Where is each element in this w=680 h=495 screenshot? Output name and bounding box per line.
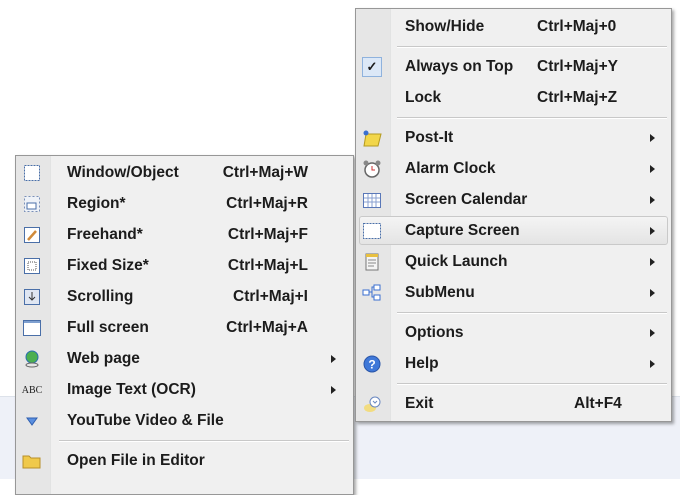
submenu-arrow-icon — [650, 195, 655, 204]
menu-item-screen-calendar[interactable]: Screen Calendar — [356, 184, 671, 215]
submenu-arrow-icon — [650, 288, 655, 297]
submenu-arrow-icon — [650, 164, 655, 173]
submenu-arrow-icon — [650, 328, 655, 337]
alarm-clock-icon — [361, 158, 383, 180]
menu-separator — [356, 379, 671, 388]
capture-screen-submenu: Window/Object Ctrl+Maj+W Region* Ctrl+Ma… — [15, 155, 354, 495]
submenu-icon — [361, 282, 383, 304]
submenu-arrow-icon — [331, 354, 336, 363]
menu-separator — [356, 113, 671, 122]
menu-item-window-object[interactable]: Window/Object Ctrl+Maj+W — [16, 157, 353, 188]
fixed-size-icon — [21, 255, 43, 277]
menu-separator — [356, 308, 671, 317]
menu-item-quick-launch[interactable]: Quick Launch — [356, 246, 671, 277]
menu-item-always-on-top[interactable]: ✓ Always on Top Ctrl+Maj+Y — [356, 51, 671, 82]
menu-item-options[interactable]: Options — [356, 317, 671, 348]
help-icon: ? — [361, 353, 383, 375]
menu-item-scrolling[interactable]: Scrolling Ctrl+Maj+I — [16, 281, 353, 312]
folder-icon — [21, 450, 43, 472]
menu-item-lock[interactable]: Lock Ctrl+Maj+Z — [356, 82, 671, 113]
submenu-arrow-icon — [650, 133, 655, 142]
menu-item-web-page[interactable]: Web page — [16, 343, 353, 374]
checkmark-icon: ✓ — [362, 57, 382, 77]
menu-item-show-hide[interactable]: Show/Hide Ctrl+Maj+0 — [356, 11, 671, 42]
menu-item-full-screen[interactable]: Full screen Ctrl+Maj+A — [16, 312, 353, 343]
window-select-icon — [21, 162, 43, 184]
menu-item-help[interactable]: ? Help — [356, 348, 671, 379]
download-arrow-icon — [21, 410, 43, 432]
menu-item-image-text-ocr[interactable]: ABC Image Text (OCR) — [16, 374, 353, 405]
menu-item-post-it[interactable]: Post-It — [356, 122, 671, 153]
capture-icon — [361, 220, 383, 242]
region-icon — [21, 193, 43, 215]
quick-launch-icon — [361, 251, 383, 273]
tray-context-menu: Show/Hide Ctrl+Maj+0 ✓ Always on Top Ctr… — [355, 8, 672, 422]
submenu-arrow-icon — [650, 257, 655, 266]
menu-item-fixed-size[interactable]: Fixed Size* Ctrl+Maj+L — [16, 250, 353, 281]
calendar-icon — [361, 189, 383, 211]
menu-item-exit[interactable]: Exit Alt+F4 — [356, 388, 671, 419]
menu-item-region[interactable]: Region* Ctrl+Maj+R — [16, 188, 353, 219]
submenu-arrow-icon — [331, 385, 336, 394]
menu-separator — [356, 42, 671, 51]
submenu-arrow-icon — [650, 359, 655, 368]
menu-item-alarm-clock[interactable]: Alarm Clock — [356, 153, 671, 184]
menu-separator — [16, 436, 353, 445]
pencil-icon — [21, 224, 43, 246]
submenu-arrow-icon — [650, 226, 655, 235]
menu-item-submenu[interactable]: SubMenu — [356, 277, 671, 308]
svg-text:?: ? — [368, 358, 375, 372]
scrolling-icon — [21, 286, 43, 308]
full-screen-icon — [21, 317, 43, 339]
exit-icon — [361, 393, 383, 415]
post-it-icon — [361, 127, 383, 149]
menu-item-youtube-video[interactable]: YouTube Video & File — [16, 405, 353, 436]
menu-item-freehand[interactable]: Freehand* Ctrl+Maj+F — [16, 219, 353, 250]
menu-item-capture-screen[interactable]: Capture Screen — [356, 215, 671, 246]
menu-item-open-file-in-editor[interactable]: Open File in Editor — [16, 445, 353, 476]
globe-link-icon — [21, 348, 43, 370]
ocr-abc-icon: ABC — [21, 384, 43, 396]
